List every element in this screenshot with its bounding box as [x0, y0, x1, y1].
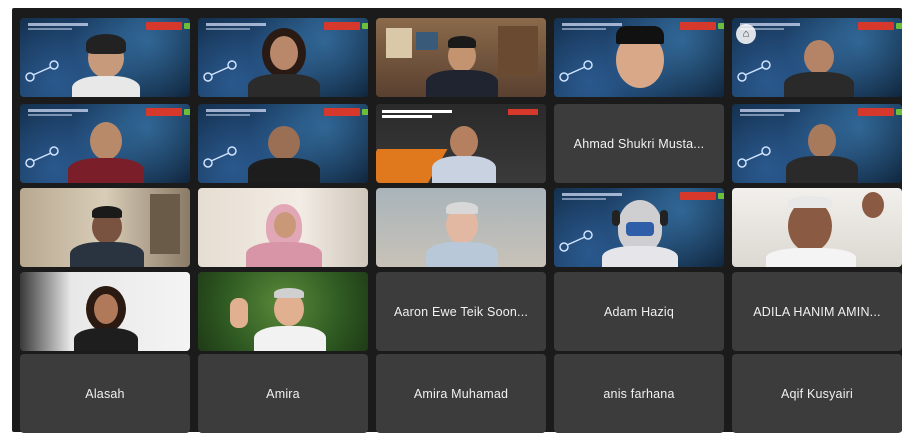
participant-face: [94, 294, 118, 324]
participant-body: [254, 326, 326, 351]
participant-body: [72, 76, 140, 97]
participant-video-tile[interactable]: [554, 18, 724, 97]
participant-name-tile[interactable]: Amira Muhamad: [376, 354, 546, 433]
participant-face: [268, 126, 300, 160]
participant-video-tile[interactable]: [20, 18, 190, 97]
participant-name: Aaron Ewe Teik Soon...: [393, 304, 529, 319]
bookshelf: [498, 26, 538, 76]
participant-name-tile[interactable]: Aaron Ewe Teik Soon...: [376, 272, 546, 351]
participant-name-tile[interactable]: Ahmad Shukri Musta...: [554, 104, 724, 183]
participant-video-tile[interactable]: [376, 18, 546, 97]
participant-name: anis farhana: [603, 386, 675, 401]
participant-video-tile[interactable]: [20, 188, 190, 267]
participant-face: [270, 36, 298, 70]
participant-name: Amira: [266, 386, 300, 401]
participant-fist: [862, 192, 884, 218]
participant-cap: [616, 26, 664, 44]
participant-video-tile[interactable]: [732, 104, 902, 183]
participant-face: [804, 40, 834, 74]
participant-hair: [446, 202, 478, 214]
participant-body: [426, 242, 498, 267]
participant-video-tile[interactable]: [376, 104, 546, 183]
participant-hair: [448, 36, 476, 48]
participant-name-tile[interactable]: anis farhana: [554, 354, 724, 433]
waving-hand: [230, 298, 248, 328]
video-call-grid: ⌂ Ahmad Shukri Musta... Aaron Ewe Teik S…: [12, 8, 902, 433]
participant-face: [450, 126, 478, 158]
wall-frame: [416, 32, 438, 50]
participant-video-tile[interactable]: [198, 104, 368, 183]
headphones-icon: [612, 210, 620, 226]
lock-icon: ⌂: [736, 24, 756, 44]
participant-hair: [86, 34, 126, 54]
participant-name: ADILA HANIM AMIN...: [753, 304, 881, 319]
participant-video-tile[interactable]: [198, 272, 368, 351]
participant-body: [426, 70, 498, 97]
participant-body: [68, 158, 144, 183]
participant-name-tile[interactable]: Adam Haziq: [554, 272, 724, 351]
participant-name-tile[interactable]: Amira: [198, 354, 368, 433]
participant-body: [74, 328, 138, 351]
participant-cap: [92, 206, 122, 218]
participant-name: Alasah: [85, 386, 125, 401]
molecule-graphic: [559, 230, 593, 252]
participant-body: [602, 246, 678, 267]
face-mask: [626, 222, 654, 236]
molecule-graphic: [25, 146, 59, 168]
molecule-graphic: [737, 60, 771, 82]
participant-video-tile[interactable]: [20, 104, 190, 183]
molecule-graphic: [25, 60, 59, 82]
participant-name: Amira Muhamad: [413, 386, 509, 401]
participant-name: Ahmad Shukri Musta...: [573, 136, 705, 151]
participant-name-tile[interactable]: Alasah: [20, 354, 190, 433]
molecule-graphic: [559, 60, 593, 82]
conference-logo: [508, 109, 538, 115]
participant-body: [248, 74, 320, 97]
participant-body: [784, 72, 854, 97]
molecule-graphic: [737, 146, 771, 168]
wall-frame: [386, 28, 412, 58]
participant-face: [808, 124, 836, 158]
participant-face: [90, 122, 122, 160]
headphones-icon: [660, 210, 668, 226]
participant-name: Adam Haziq: [603, 304, 675, 319]
participant-video-tile[interactable]: [198, 188, 368, 267]
participant-video-tile[interactable]: [20, 272, 190, 351]
participant-video-tile[interactable]: [376, 188, 546, 267]
participant-name: Aqif Kusyairi: [780, 386, 854, 401]
participant-video-tile[interactable]: [554, 188, 724, 267]
participant-body: [766, 248, 856, 267]
cabinet: [150, 194, 180, 254]
molecule-graphic: [203, 60, 237, 82]
participant-body: [246, 242, 322, 267]
participant-face: [274, 212, 296, 238]
participant-video-tile[interactable]: ⌂: [732, 18, 902, 97]
participant-body: [70, 242, 144, 267]
participant-name-tile[interactable]: Aqif Kusyairi: [732, 354, 902, 433]
participant-hair: [274, 288, 304, 298]
participant-name-tile[interactable]: ADILA HANIM AMIN...: [732, 272, 902, 351]
participant-video-tile[interactable]: [198, 18, 368, 97]
molecule-graphic: [203, 146, 237, 168]
participant-body: [432, 156, 496, 183]
participant-hair: [788, 196, 832, 208]
participant-body: [248, 158, 320, 183]
participant-video-tile[interactable]: [732, 188, 902, 267]
participant-body: [786, 156, 858, 183]
